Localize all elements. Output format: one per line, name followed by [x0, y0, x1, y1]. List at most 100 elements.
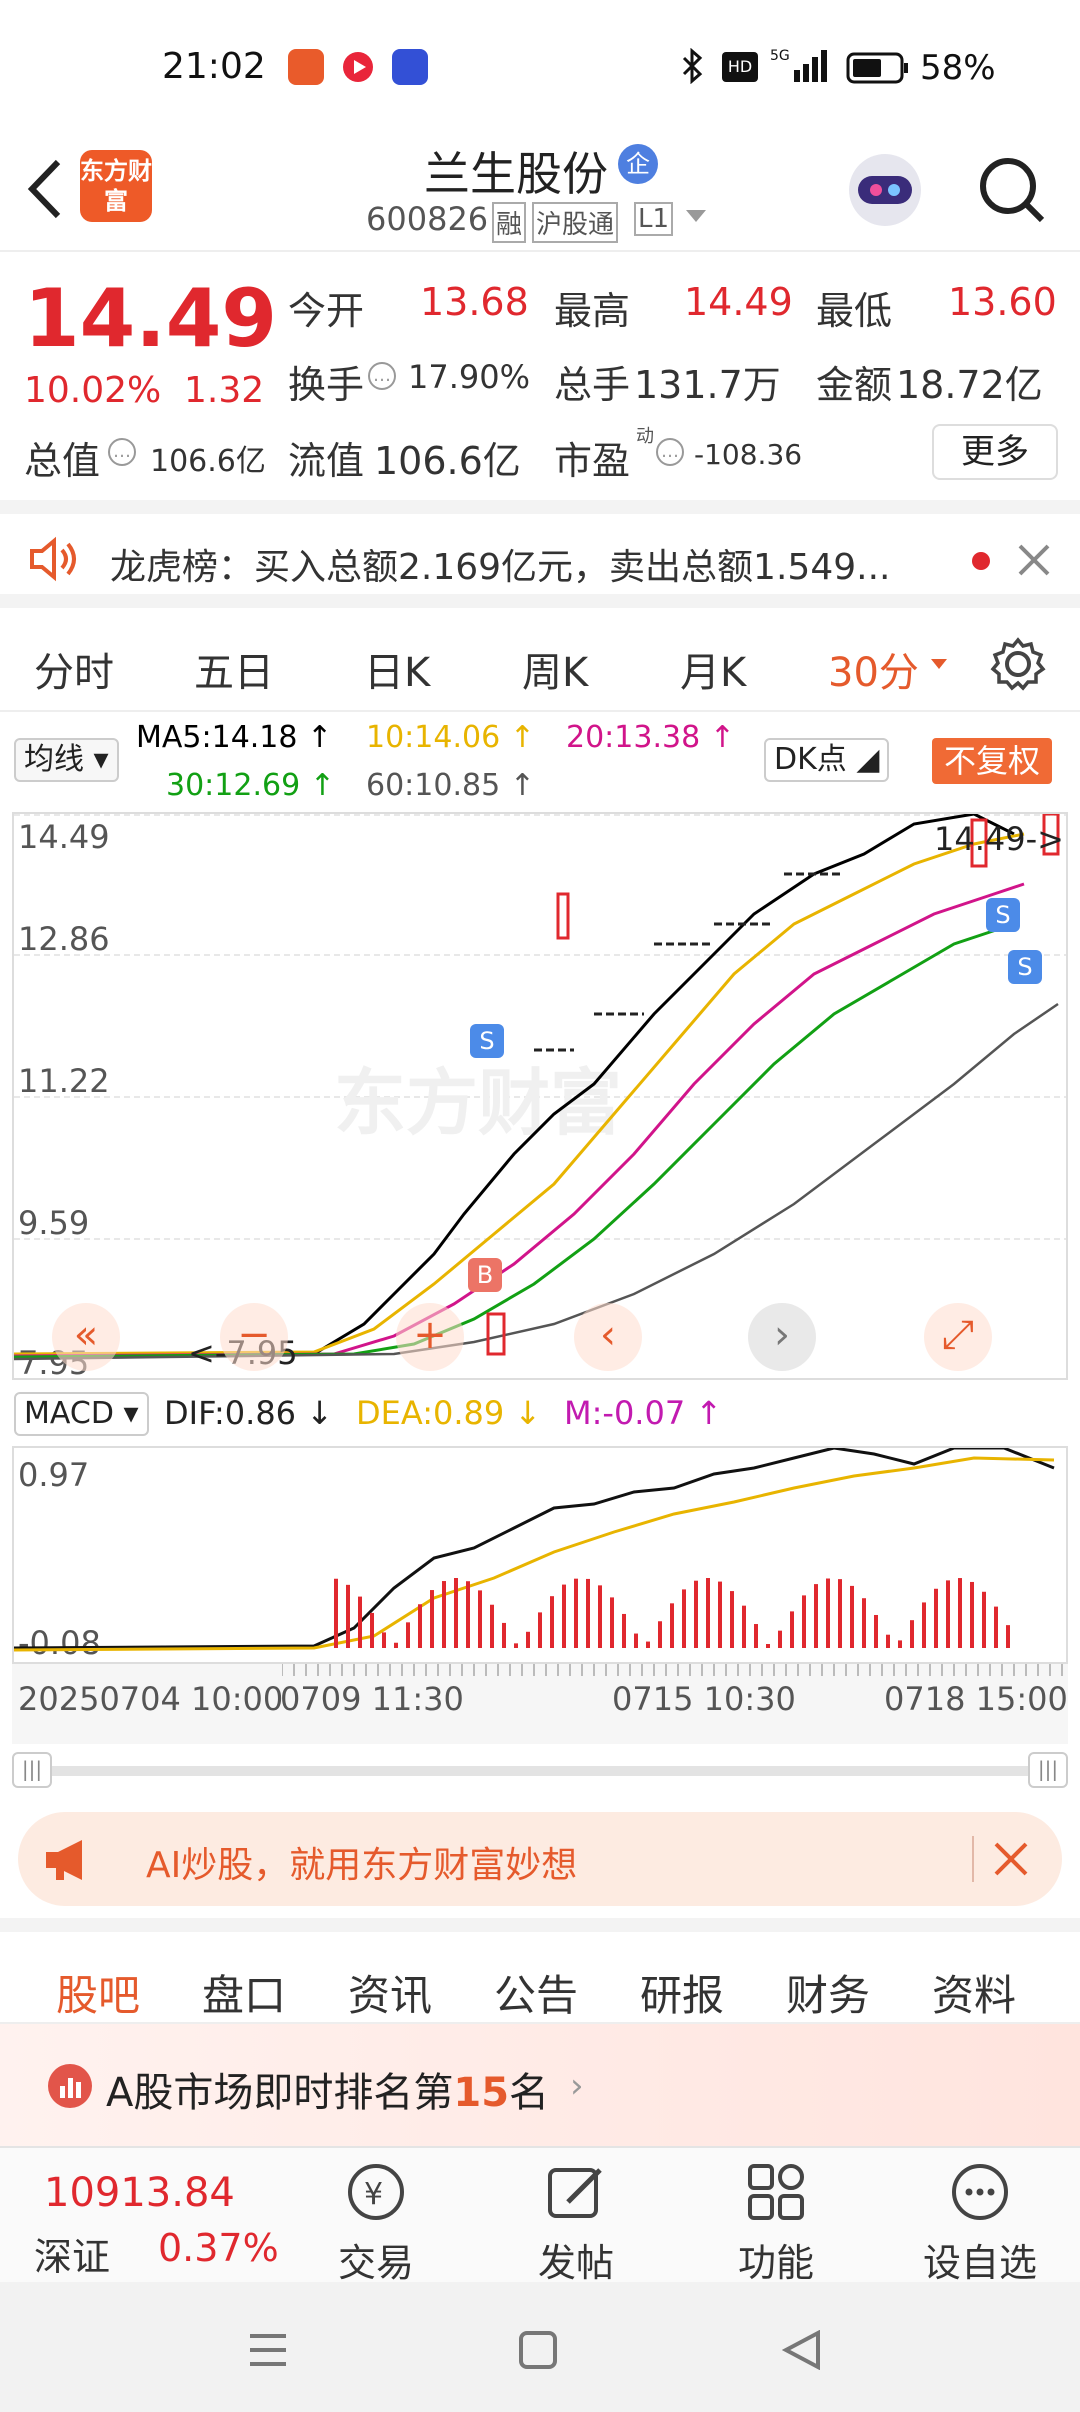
turnover-label: 换手	[288, 363, 365, 407]
ma30-value: 30:12.69 ↑	[166, 768, 335, 803]
tab-finance[interactable]: 财务	[786, 1962, 870, 2023]
sell-marker[interactable]: S	[986, 898, 1020, 932]
macd-bar	[814, 1584, 818, 1648]
eastmoney-logo[interactable]: 东方财富	[80, 150, 152, 222]
market-rank-banner[interactable]: A股市场即时排名第15名 ›	[0, 2024, 1080, 2146]
functions-button[interactable]: 功能	[696, 2148, 856, 2285]
index-ticker[interactable]: 10913.84 深证 0.37%	[0, 2148, 290, 2284]
macd-bar	[658, 1621, 662, 1648]
period-tabs: 分时 五日 日K 周K 月K 30分	[0, 608, 1080, 712]
scroll-left-fast-icon[interactable]: «	[52, 1303, 120, 1371]
add-watchlist-button[interactable]: 设自选	[900, 2148, 1060, 2285]
dif-value: DIF:0.86 ↓	[164, 1394, 334, 1432]
zoom-in-icon[interactable]: +	[396, 1303, 464, 1371]
video-app-icon	[340, 49, 376, 85]
signal-icon: 5G	[770, 46, 830, 90]
macd-chart[interactable]: 0.97 -0.08	[12, 1446, 1068, 1664]
tab-guba[interactable]: 股吧	[56, 1962, 140, 2023]
macd-bar	[934, 1588, 938, 1648]
tab-pankou[interactable]: 盘口	[202, 1962, 286, 2023]
back-nav-icon[interactable]	[781, 2329, 822, 2374]
macd-bar	[910, 1620, 914, 1648]
low-label: 最低	[816, 289, 893, 333]
stock-code: 600826	[366, 200, 489, 238]
macd-bar	[946, 1580, 950, 1648]
tab-news[interactable]: 资讯	[348, 1962, 432, 2023]
tag-margin: 融	[492, 202, 527, 243]
adjust-toggle[interactable]: 不复权	[932, 738, 1053, 784]
gear-icon[interactable]	[990, 636, 1046, 696]
tab-five-day[interactable]: 五日	[194, 640, 274, 698]
ma-legend: 均线 ▾ MA5:14.18 ↑ 10:14.06 ↑ 20:13.38 ↑ 3…	[0, 712, 1080, 812]
macd-bar	[838, 1579, 842, 1648]
macd-bar	[682, 1589, 686, 1648]
macd-bar	[490, 1604, 494, 1648]
tab-30min[interactable]: 30分	[828, 640, 919, 698]
high-value: 14.49	[684, 280, 793, 324]
range-handle-left[interactable]: |||	[12, 1752, 52, 1788]
notice-text: 龙虎榜：买入总额2.169亿元，卖出总额1.549...	[110, 547, 891, 588]
tab-announcements[interactable]: 公告	[494, 1962, 578, 2023]
robot-avatar-icon[interactable]	[842, 144, 928, 234]
tab-profile[interactable]: 资料	[932, 1962, 1016, 2023]
macd-bar	[334, 1578, 338, 1648]
post-button[interactable]: 发帖	[496, 2148, 656, 2285]
macd-bar	[622, 1613, 626, 1648]
tab-monthly-k[interactable]: 月K	[680, 640, 746, 698]
macd-bar	[574, 1578, 578, 1648]
ai-banner[interactable]: AI炒股，就用东方财富妙想	[18, 1812, 1062, 1906]
scroll-left-icon[interactable]: ‹	[574, 1303, 642, 1371]
macd-bar	[346, 1584, 350, 1648]
close-icon[interactable]	[992, 1840, 1030, 1882]
search-icon[interactable]	[976, 154, 1048, 230]
ma-selector[interactable]: 均线 ▾	[14, 738, 119, 782]
macd-bar	[526, 1631, 530, 1648]
dragon-tiger-notice[interactable]: 龙虎榜：买入总额2.169亿元，卖出总额1.549...	[0, 500, 1080, 608]
post-label: 发帖	[537, 2241, 614, 2285]
info-icon[interactable]: …	[368, 362, 396, 390]
high-marker: 14.49->	[934, 820, 1064, 858]
indicator-selector[interactable]: MACD ▾	[14, 1392, 149, 1436]
info-icon[interactable]: …	[108, 438, 136, 466]
price: 14.49	[24, 272, 278, 365]
dropdown-icon[interactable]	[684, 204, 708, 232]
menu-icon[interactable]	[248, 2330, 288, 2374]
tab-intraday[interactable]: 分时	[34, 640, 114, 698]
macd-bar	[418, 1604, 422, 1648]
edit-icon	[546, 2162, 606, 2226]
macd-bar	[586, 1578, 590, 1648]
tab-weekly-k[interactable]: 周K	[522, 640, 588, 698]
macd-bar	[802, 1595, 806, 1648]
speaker-icon	[26, 536, 82, 586]
macd-bar	[550, 1596, 554, 1648]
macd-bar	[466, 1581, 470, 1648]
tab-daily-k[interactable]: 日K	[364, 640, 430, 698]
home-icon[interactable]	[518, 2330, 558, 2374]
dk-point-selector[interactable]: DK点 ◢	[764, 738, 890, 782]
close-icon[interactable]	[1016, 542, 1052, 582]
system-navigation	[0, 2282, 1080, 2412]
buy-marker[interactable]: B	[468, 1258, 502, 1292]
range-handle-right[interactable]: |||	[1028, 1752, 1068, 1788]
sell-marker[interactable]: S	[1008, 950, 1042, 984]
macd-bar	[874, 1614, 878, 1648]
more-button[interactable]: 更多	[932, 424, 1058, 480]
functions-label: 功能	[737, 2241, 814, 2285]
dea-value: DEA:0.89 ↓	[356, 1394, 542, 1432]
fullscreen-icon[interactable]: ⤢	[924, 1303, 992, 1371]
back-icon[interactable]	[22, 154, 66, 228]
macd-legend: MACD ▾ DIF:0.86 ↓ DEA:0.89 ↓ M:-0.07 ↑	[0, 1386, 1080, 1444]
zoom-out-icon[interactable]: −	[220, 1303, 288, 1371]
macd-bar	[898, 1640, 902, 1648]
scroll-right-icon[interactable]: ›	[748, 1303, 816, 1371]
sell-marker[interactable]: S	[470, 1024, 504, 1058]
open-label: 今开	[288, 289, 365, 333]
tab-research[interactable]: 研报	[640, 1962, 724, 2023]
macd-bar	[538, 1612, 542, 1648]
range-scrollbar[interactable]: ||| |||	[12, 1752, 1068, 1788]
stock-title[interactable]: 兰生股份	[424, 138, 608, 204]
trade-button[interactable]: ¥ 交易	[296, 2148, 456, 2285]
ai-banner-text: AI炒股，就用东方财富妙想	[146, 1845, 578, 1886]
kline-chart[interactable]: 14.49 12.86 11.22 9.59 7.95 东方财富 <-7.95 …	[12, 812, 1068, 1380]
info-icon[interactable]: …	[656, 438, 684, 466]
